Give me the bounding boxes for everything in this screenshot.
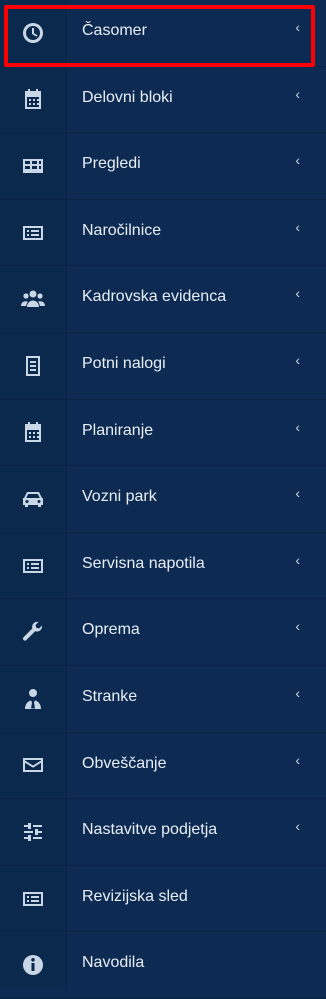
sidebar-item-vozni-park[interactable]: Vozni park ‹ xyxy=(0,466,326,533)
sidebar-item-label: Obveščanje xyxy=(82,754,167,772)
chevron-left-icon: ‹ xyxy=(295,751,300,768)
sidebar-item-label: Naročilnice xyxy=(82,221,162,239)
calendar-icon xyxy=(0,400,66,466)
sidebar-item-label: Delovni bloki xyxy=(82,88,173,106)
sidebar-item-oprema[interactable]: Oprema ‹ xyxy=(0,599,326,666)
sidebar-item-potni-nalogi[interactable]: Potni nalogi ‹ xyxy=(0,333,326,400)
car-icon xyxy=(0,466,66,532)
document-icon xyxy=(0,333,66,399)
info-icon xyxy=(0,932,66,998)
chevron-left-icon: ‹ xyxy=(295,152,300,169)
sidebar-item-label: Kadrovska evidenca xyxy=(82,288,227,306)
sidebar-item-stranke[interactable]: Stranke ‹ xyxy=(0,666,326,733)
sidebar-item-label: Servisna napotila xyxy=(82,554,205,572)
sidebar-item-label: Pregledi xyxy=(82,155,141,173)
sidebar-item-label: Nastavitve podjetja xyxy=(82,821,218,839)
sidebar-item-label: Planiranje xyxy=(82,421,154,439)
list-card-icon xyxy=(0,533,66,599)
sidebar-item-label: Oprema xyxy=(82,621,140,639)
clock-icon xyxy=(0,0,66,66)
calendar-icon xyxy=(0,67,66,133)
sidebar-item-label: Navodila xyxy=(82,954,145,972)
sidebar-item-narocilnice[interactable]: Naročilnice ‹ xyxy=(0,200,326,267)
sidebar-menu: Časomer ‹ Delovni bloki ‹ Pregledi ‹ Naročilni… xyxy=(0,0,326,999)
sidebar-item-revizijska-sled[interactable]: Revizijska sled xyxy=(0,866,326,933)
sidebar-item-label: Potni nalogi xyxy=(82,354,166,372)
chevron-left-icon: ‹ xyxy=(295,485,300,502)
sidebar-item-delovni-bloki[interactable]: Delovni bloki ‹ xyxy=(0,67,326,134)
chevron-left-icon: ‹ xyxy=(295,218,300,235)
sidebar-item-planiranje[interactable]: Planiranje ‹ xyxy=(0,400,326,467)
sidebar: Časomer ‹ Delovni bloki ‹ Pregledi ‹ Naročilni… xyxy=(0,0,326,999)
sidebar-item-label: Revizijska sled xyxy=(82,887,188,905)
wrench-icon xyxy=(0,599,66,665)
list-card-icon xyxy=(0,200,66,266)
sidebar-item-obvescanje[interactable]: Obveščanje ‹ xyxy=(0,733,326,800)
sidebar-item-navodila[interactable]: Navodila xyxy=(0,932,326,999)
chevron-left-icon: ‹ xyxy=(295,551,300,568)
user-tie-icon xyxy=(0,666,66,732)
chevron-left-icon: ‹ xyxy=(295,285,300,302)
chevron-left-icon: ‹ xyxy=(295,19,300,35)
sidebar-item-pregledi[interactable]: Pregledi ‹ xyxy=(0,133,326,200)
sidebar-item-label: Časomer xyxy=(82,22,147,39)
chevron-left-icon: ‹ xyxy=(295,418,300,435)
table-icon xyxy=(0,133,66,199)
sidebar-item-nastavitve-podjetja[interactable]: Nastavitve podjetja ‹ xyxy=(0,799,326,866)
chevron-left-icon: ‹ xyxy=(295,85,300,102)
sidebar-item-servisna-napotila[interactable]: Servisna napotila ‹ xyxy=(0,533,326,600)
chevron-left-icon: ‹ xyxy=(295,684,300,701)
users-icon xyxy=(0,266,66,332)
envelope-icon xyxy=(0,733,66,799)
chevron-left-icon: ‹ xyxy=(295,351,300,368)
list-card-icon xyxy=(0,866,66,932)
sidebar-item-casomer[interactable]: Časomer ‹ xyxy=(0,0,326,67)
sidebar-item-kadrovska-evidenca[interactable]: Kadrovska evidenca ‹ xyxy=(0,266,326,333)
chevron-left-icon: ‹ xyxy=(295,618,300,635)
sidebar-item-label: Stranke xyxy=(82,687,138,705)
chevron-left-icon: ‹ xyxy=(295,818,300,835)
sidebar-item-label: Vozni park xyxy=(82,488,157,506)
sliders-icon xyxy=(0,799,66,865)
